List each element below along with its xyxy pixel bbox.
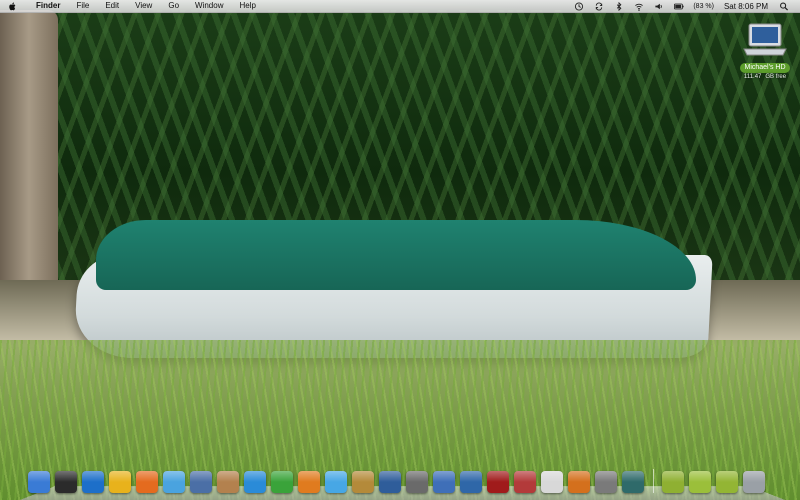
preview-icon[interactable] [190, 471, 212, 493]
menu-file[interactable]: File [68, 0, 97, 12]
dashboard-icon[interactable] [55, 471, 77, 493]
menu-bar: Finder File Edit View Go Window Help (83… [0, 0, 800, 13]
menu-window[interactable]: Window [187, 0, 231, 12]
menu-app-finder[interactable]: Finder [28, 0, 68, 12]
bluetooth-icon[interactable] [613, 1, 625, 11]
menu-view[interactable]: View [127, 0, 160, 12]
menu-clock[interactable]: Sat 8:06 PM [724, 2, 768, 11]
menu-go[interactable]: Go [160, 0, 187, 12]
dock-items [28, 469, 770, 493]
word-icon[interactable] [244, 471, 266, 493]
powerpoint-icon[interactable] [298, 471, 320, 493]
garageband-icon[interactable] [352, 471, 374, 493]
ical-icon[interactable] [541, 471, 563, 493]
applications-folder-icon[interactable] [716, 471, 738, 493]
downloads-folder-icon[interactable] [662, 471, 684, 493]
apple-menu-icon[interactable] [8, 1, 18, 11]
laptop-drive-icon[interactable] [742, 22, 788, 60]
spotlight-search-icon[interactable] [778, 1, 790, 11]
dock [20, 460, 785, 500]
volume-icon[interactable] [653, 1, 665, 11]
xcode-icon[interactable] [460, 471, 482, 493]
sync-status-icon[interactable] [593, 1, 605, 11]
drive-free-space-value: 111.47 [743, 74, 762, 80]
dock-separator [653, 469, 654, 493]
iphoto-icon[interactable] [406, 471, 428, 493]
wifi-icon[interactable] [633, 1, 645, 11]
photo-booth-icon[interactable] [568, 471, 590, 493]
dictionary-icon[interactable] [514, 471, 536, 493]
menu-help[interactable]: Help [231, 0, 263, 12]
excel-icon[interactable] [271, 471, 293, 493]
firefox-icon[interactable] [136, 471, 158, 493]
menu-edit[interactable]: Edit [97, 0, 127, 12]
ie-globe-icon[interactable] [82, 471, 104, 493]
drive-free-space: 111.47 GB free [742, 74, 788, 80]
desktop-drive-icon-container[interactable]: Michael's HD 111.47 GB free [733, 22, 797, 94]
chat-icon[interactable] [109, 471, 131, 493]
battery-percentage: (83 %) [693, 2, 714, 10]
iweb-icon[interactable] [433, 471, 455, 493]
documents-folder-icon[interactable] [689, 471, 711, 493]
wallpaper-boat-top [96, 220, 696, 290]
desktop-wallpaper [0, 0, 800, 500]
drive-label[interactable]: Michael's HD [740, 63, 790, 73]
itunes-icon[interactable] [325, 471, 347, 493]
address-book-icon[interactable] [217, 471, 239, 493]
spiderman-icon[interactable] [487, 471, 509, 493]
trash-icon[interactable] [743, 471, 765, 493]
safari-icon[interactable] [163, 471, 185, 493]
time-machine-icon[interactable] [622, 471, 644, 493]
time-machine-status-icon[interactable] [573, 1, 585, 11]
imovie-icon[interactable] [379, 471, 401, 493]
drive-free-space-unit: GB free [765, 74, 787, 80]
finder-icon[interactable] [28, 471, 50, 493]
system-preferences-icon[interactable] [595, 471, 617, 493]
battery-icon[interactable] [673, 1, 685, 11]
